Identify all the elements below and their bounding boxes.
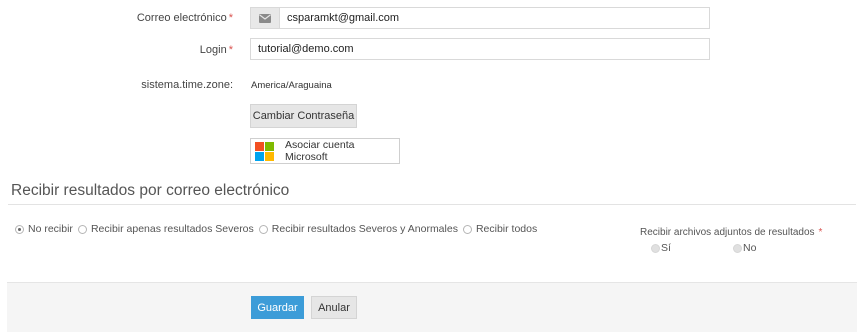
radio-button[interactable] (77, 224, 87, 234)
timezone-label: sistema.time.zone: (141, 79, 233, 91)
required-mark: * (228, 12, 233, 24)
required-mark: * (818, 227, 823, 238)
envelope-icon (251, 8, 280, 28)
radio-label: Recibir resultados Severos y Anormales (271, 223, 458, 235)
microsoft-logo-icon (255, 141, 274, 161)
results-radio-group: No recibir Recibir apenas resultados Sev… (15, 223, 542, 235)
radio-option-severos-anormales[interactable]: Recibir resultados Severos y Anormales (258, 223, 458, 235)
login-field[interactable]: tutorial@demo.com (250, 38, 710, 60)
microsoft-account-button[interactable]: Asociar cuenta Microsoft (250, 138, 400, 164)
radio-label: No recibir (28, 223, 73, 235)
radio-label: Recibir todos (475, 223, 538, 235)
radio-button[interactable] (733, 243, 742, 253)
section-divider (8, 204, 856, 205)
cancel-button[interactable]: Anular (311, 296, 357, 319)
email-label: Correo electrónico * (136, 12, 233, 24)
login-value: tutorial@demo.com (258, 43, 354, 55)
login-label: Login * (199, 44, 233, 56)
email-value: csparamkt@gmail.com (287, 12, 400, 24)
save-button[interactable]: Guardar (251, 296, 304, 319)
attachments-label: Recibir archivos adjuntos de resultados * (640, 227, 823, 238)
radio-label: No (743, 242, 757, 254)
required-mark: * (228, 44, 233, 56)
attachments-radio-no[interactable]: No (733, 242, 756, 254)
radio-button[interactable] (651, 243, 660, 253)
results-section-title: Recibir resultados por correo electrónic… (11, 182, 290, 199)
radio-button[interactable] (258, 224, 268, 234)
radio-option-severos[interactable]: Recibir apenas resultados Severos (77, 223, 254, 235)
radio-label: Sí (661, 242, 671, 254)
form-footer (7, 282, 857, 332)
radio-option-todos[interactable]: Recibir todos (462, 223, 538, 235)
email-field[interactable]: csparamkt@gmail.com (250, 7, 710, 29)
radio-button[interactable] (462, 224, 472, 234)
timezone-value: America/Araguaina (251, 80, 332, 91)
radio-label: Recibir apenas resultados Severos (90, 223, 254, 235)
microsoft-button-label: Asociar cuenta Microsoft (285, 139, 355, 163)
attachments-radio-yes[interactable]: Sí (651, 242, 671, 254)
change-password-button[interactable]: Cambiar Contraseña (250, 104, 357, 128)
radio-option-no-recibir[interactable]: No recibir (15, 223, 73, 235)
radio-button[interactable] (15, 224, 24, 234)
